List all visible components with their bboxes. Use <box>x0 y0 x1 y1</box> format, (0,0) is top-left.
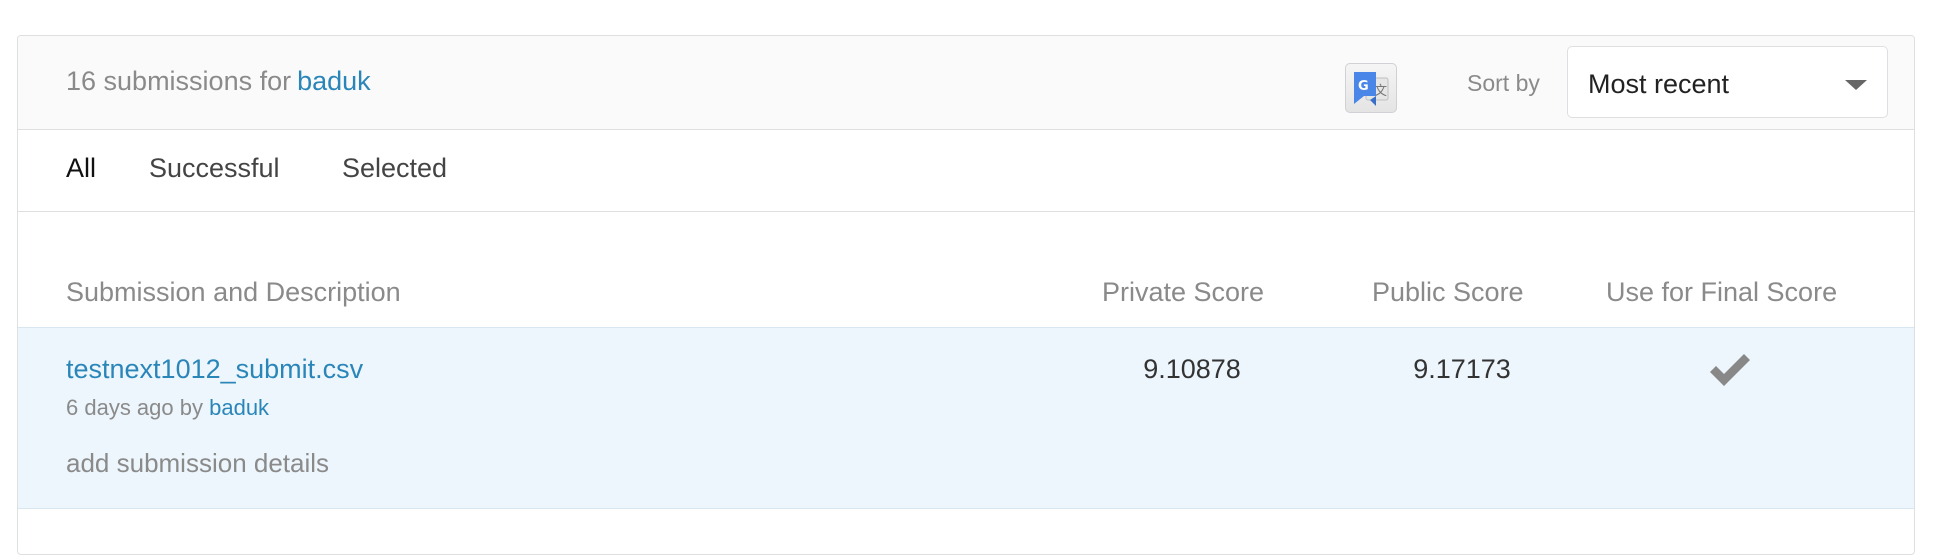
google-translate-button[interactable]: 文 G <box>1345 63 1397 113</box>
sort-dropdown[interactable]: Most recent <box>1567 46 1888 118</box>
tab-all[interactable]: All <box>66 153 96 184</box>
public-score-value: 9.17173 <box>1413 354 1511 384</box>
sort-dropdown-value: Most recent <box>1588 69 1730 99</box>
sort-by-label: Sort by <box>1467 70 1540 96</box>
submission-meta: 6 days ago by baduk <box>66 395 269 421</box>
tab-successful[interactable]: Successful <box>149 153 280 184</box>
svg-text:G: G <box>1358 79 1369 94</box>
private-score-value: 9.10878 <box>1143 354 1241 384</box>
column-header-submission: Submission and Description <box>66 277 401 307</box>
column-header-private-score: Private Score <box>1102 277 1265 307</box>
submissions-panel: 16 submissions for baduk 文 G Sort by Most… <box>17 35 1915 555</box>
submissions-title: 16 submissions for baduk <box>66 66 371 97</box>
submissions-count-label: 16 submissions for <box>66 66 292 96</box>
google-translate-icon: 文 G <box>1354 72 1389 106</box>
header-user-link[interactable]: baduk <box>297 66 371 96</box>
checkmark-icon[interactable] <box>1708 352 1752 393</box>
add-submission-details-link[interactable]: add submission details <box>66 448 329 479</box>
submission-user-link[interactable]: baduk <box>209 395 269 420</box>
submission-time: 6 days ago by <box>66 395 203 420</box>
submission-row: testnext1012_submit.csv 6 days ago by ba… <box>18 327 1914 509</box>
tab-selected[interactable]: Selected <box>342 153 447 184</box>
column-header-use-for-final-score: Use for Final Score <box>1606 277 1838 307</box>
submissions-header: 16 submissions for baduk 文 G Sort by Most… <box>18 36 1914 130</box>
caret-down-icon <box>1845 80 1867 90</box>
submission-file-link[interactable]: testnext1012_submit.csv <box>66 354 363 385</box>
submission-filter-tabs: All Successful Selected <box>18 130 1914 212</box>
column-header-public-score: Public Score <box>1372 277 1524 307</box>
